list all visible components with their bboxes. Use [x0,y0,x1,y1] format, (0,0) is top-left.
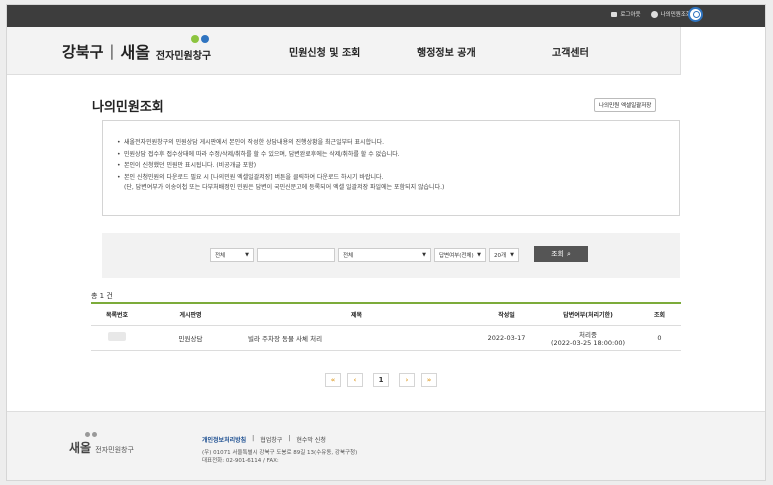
notice-item: 본인이 신청했던 민원만 표시됩니다. (비공개글 포함) [117,160,665,172]
site-footer: 새올 전자민원창구 개인정보처리방침 | 협업창구 | 현수막 신청 (우) 0… [7,411,765,480]
notice-item: 본인 신청민원의 다운로드 필요 시 [나의민원 엑셀일괄저장] 버튼을 클릭하… [117,172,665,184]
browser-page: 로그아웃 나의민원조회 강북구 | 새올 전자민원창구 민원신청 및 조회 행정… [6,4,766,481]
footer-divider: | [252,435,255,442]
row-number [91,325,143,351]
nav-petition[interactable]: 민원신청 및 조회 [289,44,360,59]
header-side-panel [680,27,765,75]
search-icon[interactable] [688,7,703,22]
chevron-down-icon: ▼ [510,252,514,258]
search-button[interactable]: 조회 ⌕ [534,246,588,262]
footer-links: 개인정보처리방침 | 협업창구 | 현수막 신청 [202,435,326,444]
category-select[interactable]: 전체 ▼ [338,248,431,262]
site-logo[interactable]: 강북구 | 새올 전자민원창구 [62,35,212,63]
notice-item: 민원상담 접수후 접수상태에 따라 수정/삭제/취하를 할 수 있으며, 답변완… [117,149,665,161]
row-date: 2022-03-17 [475,325,538,351]
notice-item: 새올전자민원창구의 민원상담 게시판에서 본인이 작성한 상담내용의 진행상황을… [117,137,665,149]
page-size-select[interactable]: 20개 ▼ [489,248,519,262]
row-board: 민원상담 [143,325,238,351]
col-board: 게시판명 [143,303,238,326]
footer-address: (우) 01071 서울특별시 강북구 도봉로 89길 13(수유동, 강북구청… [202,450,358,464]
answer-status-select[interactable]: 답변여부(전체) ▼ [434,248,486,262]
main-content: 나의민원조회 나의민원 엑셀일괄저장 새올전자민원창구의 민원상담 게시판에서 … [7,76,765,411]
excel-download-button[interactable]: 나의민원 엑셀일괄저장 [594,98,657,112]
first-page-button[interactable]: « [325,373,341,387]
table-row[interactable]: 민원상담 빌라 주차장 동물 사체 처리 2022-03-17 처리중 (2022… [91,325,681,351]
col-title: 제목 [238,303,475,326]
utility-bar: 로그아웃 나의민원조회 [7,5,765,27]
row-status: 처리중 (2022-03-25 18:00:00) [538,325,638,351]
current-page[interactable]: 1 [373,373,389,387]
site-header: 강북구 | 새올 전자민원창구 민원신청 및 조회 행정정보 공개 고객센터 [7,27,765,75]
lock-icon [611,11,618,17]
brand-subtitle: 전자민원창구 [155,50,212,62]
col-number: 목록번호 [91,303,143,326]
district-name: 강북구 [62,42,104,61]
page-title: 나의민원조회 [92,100,164,115]
total-count: 총 1 건 [91,292,113,300]
notice-box: 새올전자민원창구의 민원상담 게시판에서 본인이 작성한 상담내용의 진행상황을… [102,120,680,216]
footer-divider: | [288,435,291,442]
prev-page-button[interactable]: ‹ [347,373,363,387]
chevron-down-icon: ▼ [245,252,249,258]
filter-box: 전체 ▼ 전체 ▼ 답변여부(전체) ▼ 20개 ▼ 조회 ⌕ [102,233,680,278]
brand-name: 새올 [120,43,150,62]
blurred-number [108,332,126,341]
banner-request-link[interactable]: 현수막 신청 [296,435,326,444]
brand-dots-icon [191,35,209,43]
nav-customer-center[interactable]: 고객센터 [552,44,589,59]
col-date: 작성일 [475,303,538,326]
logout-link[interactable]: 로그아웃 [611,10,641,18]
magnifier-icon: ⌕ [566,249,571,258]
logo-separator: | [109,42,115,60]
my-petition-link[interactable]: 나의민원조회 [650,10,691,18]
keyword-input[interactable] [257,248,335,262]
chevron-down-icon: ▼ [422,252,426,258]
last-page-button[interactable]: » [421,373,437,387]
chevron-down-icon: ▼ [477,252,481,258]
col-status: 답변여부(처리기한) [538,303,638,326]
notice-indent: (단, 답변여부가 이송이첩 또는 다부처배정인 민원은 답변이 국민신문고에 … [124,184,445,191]
nav-admin-info[interactable]: 행정정보 공개 [417,44,476,59]
board-select[interactable]: 전체 ▼ [210,248,254,262]
footer-logo: 새올 전자민원창구 [69,441,134,455]
user-icon [650,10,658,18]
pagination: « ‹ 1 › » [325,373,437,387]
collaboration-link[interactable]: 협업창구 [260,435,282,444]
col-views: 조회 [638,303,681,326]
next-page-button[interactable]: › [399,373,415,387]
row-title-link[interactable]: 빌라 주차장 동물 사체 처리 [238,325,475,351]
petition-table: 목록번호 게시판명 제목 작성일 답변여부(처리기한) 조회 민원상담 빌라 주… [91,302,681,351]
utility-links: 로그아웃 나의민원조회 [611,10,691,18]
table-header-row: 목록번호 게시판명 제목 작성일 답변여부(처리기한) 조회 [91,303,681,326]
row-views: 0 [638,325,681,351]
footer-brand-dots-icon [85,432,97,437]
privacy-policy-link[interactable]: 개인정보처리방침 [202,435,246,444]
